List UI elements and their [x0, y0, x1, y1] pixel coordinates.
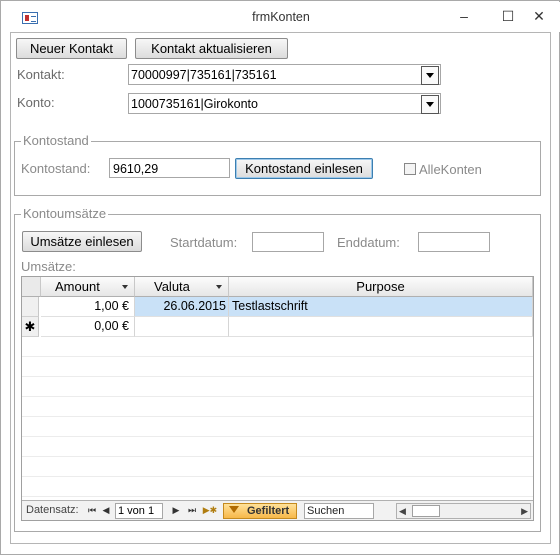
read-balance-button[interactable]: Kontostand einlesen: [235, 158, 373, 179]
record-navigation-bar: Datensatz: ⏮ ◀ 1 von 1 ▶ ⏭ ▶✱ Gefiltert …: [22, 500, 533, 520]
valuta-cell[interactable]: 26.06.2015: [135, 297, 229, 317]
kontostand-label: Kontostand:: [21, 161, 91, 176]
select-all-corner[interactable]: [22, 277, 41, 297]
valuta-filter-arrow-icon[interactable]: [216, 285, 222, 289]
end-date-field[interactable]: [418, 232, 490, 252]
record-position-field[interactable]: 1 von 1: [115, 503, 163, 519]
kontakt-value: 70000997|735161|735161: [131, 68, 277, 82]
konto-label: Konto:: [17, 95, 55, 110]
transactions-datasheet[interactable]: Amount Valuta Purpose 1,00 € 26.06.2015 …: [21, 276, 534, 521]
start-date-field[interactable]: [252, 232, 324, 252]
form-body: Neuer Kontakt Kontakt aktualisieren Kont…: [10, 32, 551, 544]
kontostand-value: 9610,29: [113, 162, 159, 176]
konto-combobox[interactable]: 1000735161|Girokonto: [128, 93, 441, 114]
read-transactions-button[interactable]: Umsätze einlesen: [22, 231, 142, 252]
column-header-purpose[interactable]: Purpose: [229, 277, 533, 297]
valuta-cell[interactable]: [135, 317, 229, 337]
amount-cell[interactable]: 0,00 €: [41, 317, 135, 337]
next-record-icon[interactable]: ▶: [169, 502, 183, 518]
end-date-label: Enddatum:: [337, 235, 400, 250]
title-bar: frmKonten – ☐ ✕: [2, 2, 560, 32]
empty-grid-area: [22, 337, 533, 499]
column-header-amount[interactable]: Amount: [41, 277, 135, 297]
last-record-icon[interactable]: ⏭: [185, 502, 199, 518]
first-record-icon[interactable]: ⏮: [85, 502, 99, 518]
kontostand-legend: Kontostand: [21, 133, 91, 148]
filter-toggle[interactable]: Gefiltert: [223, 503, 297, 519]
maximize-button[interactable]: ☐: [494, 5, 522, 27]
kontakt-dropdown-arrow-icon[interactable]: [421, 66, 439, 85]
column-header-valuta[interactable]: Valuta: [135, 277, 229, 297]
row-selector[interactable]: [22, 297, 39, 317]
filter-label: Gefiltert: [247, 505, 290, 517]
close-button[interactable]: ✕: [525, 5, 553, 27]
new-contact-button[interactable]: Neuer Kontakt: [16, 38, 127, 59]
form-window: frmKonten – ☐ ✕ Neuer Kontakt Kontakt ak…: [0, 0, 560, 555]
search-field[interactable]: Suchen: [304, 503, 374, 519]
filter-funnel-icon: [229, 506, 239, 513]
kontoumsaetze-legend: Kontoumsätze: [21, 206, 109, 221]
purpose-cell[interactable]: [229, 317, 533, 337]
column-header-purpose-label: Purpose: [356, 279, 405, 294]
previous-record-icon[interactable]: ◀: [99, 502, 113, 518]
konto-dropdown-arrow-icon[interactable]: [421, 95, 439, 114]
scrollbar-thumb[interactable]: [412, 505, 440, 517]
scroll-left-icon[interactable]: ◀: [399, 504, 406, 518]
new-record-marker-icon: ✱: [22, 317, 39, 337]
purpose-cell[interactable]: Testlastschrift: [229, 297, 533, 317]
horizontal-scrollbar[interactable]: ◀ ▶: [396, 503, 531, 519]
new-record-icon[interactable]: ▶✱: [201, 502, 219, 518]
kontostand-field[interactable]: 9610,29: [109, 158, 230, 178]
all-accounts-checkbox[interactable]: [404, 163, 416, 175]
amount-cell[interactable]: 1,00 €: [41, 297, 135, 317]
transactions-label: Umsätze:: [21, 259, 76, 274]
minimize-button[interactable]: –: [450, 5, 478, 27]
column-header-amount-label: Amount: [55, 279, 100, 294]
update-contact-button[interactable]: Kontakt aktualisieren: [135, 38, 288, 59]
all-accounts-label: AlleKonten: [419, 162, 482, 177]
column-header-valuta-label: Valuta: [154, 279, 190, 294]
record-label: Datensatz:: [26, 504, 79, 516]
kontakt-label: Kontakt:: [17, 67, 65, 82]
kontakt-combobox[interactable]: 70000997|735161|735161: [128, 64, 441, 85]
start-date-label: Startdatum:: [170, 235, 238, 250]
table-row-new[interactable]: ✱ 0,00 €: [22, 317, 533, 337]
konto-value: 1000735161|Girokonto: [131, 97, 258, 111]
amount-filter-arrow-icon[interactable]: [122, 285, 128, 289]
table-row[interactable]: 1,00 € 26.06.2015 Testlastschrift: [22, 297, 533, 317]
scroll-right-icon[interactable]: ▶: [521, 504, 528, 518]
